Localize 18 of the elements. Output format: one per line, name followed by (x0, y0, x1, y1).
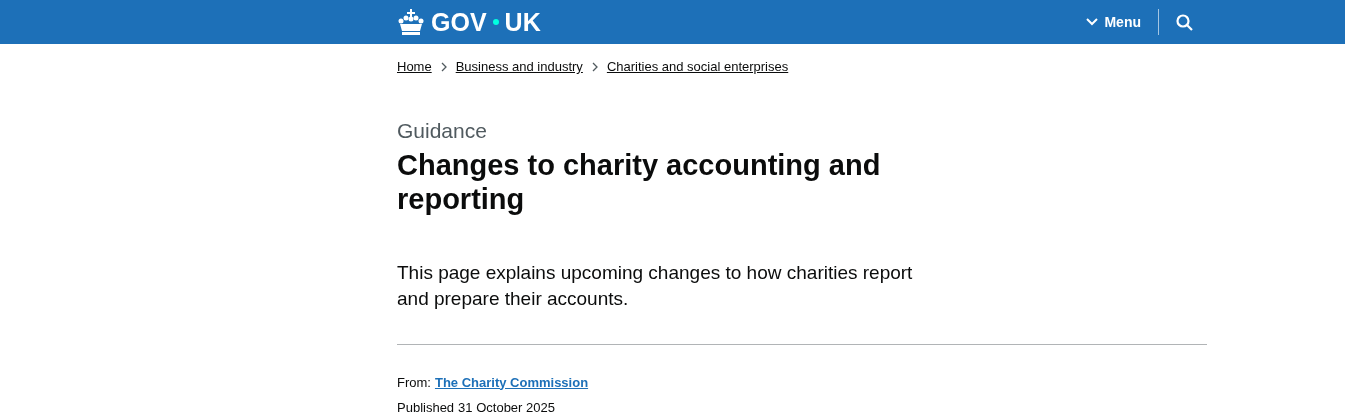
chevron-right-icon (440, 61, 447, 72)
crown-icon (397, 9, 425, 35)
organisation-link[interactable]: The Charity Commission (434, 372, 589, 392)
govuk-logo[interactable]: GOV UK (397, 9, 541, 35)
breadcrumb-link[interactable]: Home (397, 57, 432, 77)
chevron-right-icon (591, 61, 598, 72)
search-button[interactable] (1176, 13, 1193, 31)
published-date: 31 October 2025 (458, 399, 555, 416)
menu-button[interactable]: Menu (1086, 11, 1158, 33)
chevron-down-icon (1086, 18, 1099, 26)
lead-paragraph: This page explains upcoming changes to how charities report and prepare their accounts. (397, 260, 914, 311)
published-label: Published (397, 399, 455, 416)
breadcrumb-link[interactable]: Charities and social enterprises (606, 57, 789, 77)
page-title: Changes to charity accounting and reporting (397, 147, 882, 216)
from-label: From: (397, 373, 431, 392)
page-caption: Guidance (397, 117, 487, 144)
breadcrumb-link[interactable]: Business and industry (455, 57, 583, 77)
search-icon (1176, 13, 1193, 31)
